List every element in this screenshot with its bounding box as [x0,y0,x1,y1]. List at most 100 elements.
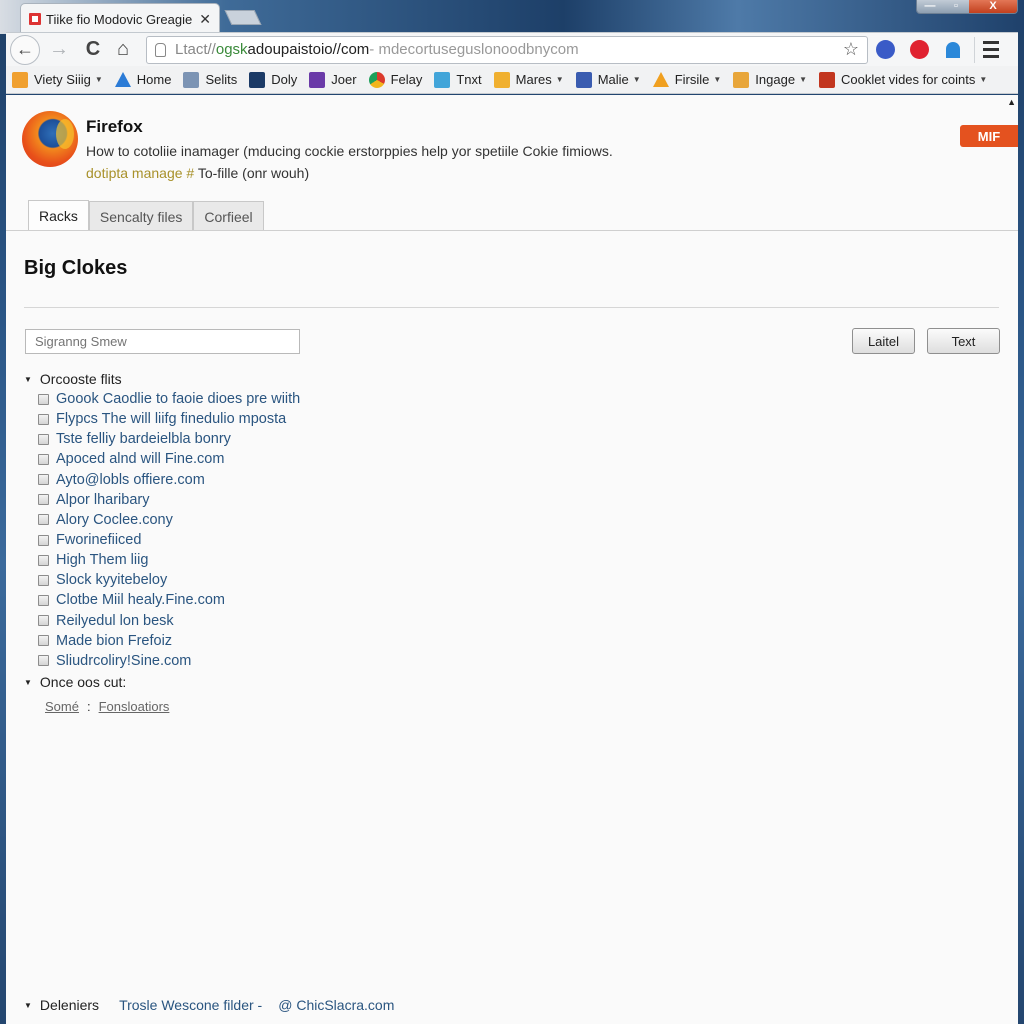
item-checkbox[interactable] [38,534,49,546]
list-item[interactable]: Fworinefiiced [38,530,300,550]
minimize-button[interactable]: — [917,0,943,13]
bookmark-item[interactable]: Joer [309,71,357,88]
list-item[interactable]: Clotbe Miil healy.Fine.com [38,590,300,610]
list-item[interactable]: Alpor lharibary [38,490,300,510]
item-checkbox[interactable] [38,655,49,667]
home-button[interactable]: ⌂ [108,35,138,65]
item-checkbox[interactable] [38,413,49,425]
item-label: Goook Caodlie to faoie dioes pre wiith [56,391,301,408]
list-item[interactable]: Reilyedul lon besk [38,611,300,631]
list-item[interactable]: High Them liig [38,550,300,570]
meta-rest: To-fille (onr wouh) [194,165,310,181]
laitel-button[interactable]: Laitel [852,328,915,354]
back-button[interactable]: ← [10,34,40,65]
app-name: Firefox [86,117,143,136]
item-checkbox[interactable] [38,474,49,486]
url-rest: - mdecortuseguslonoodbnycom [369,41,579,58]
browser-window: Tiike fio Modovic Greagie ✕ — ▫ X ← → C … [0,0,1024,1024]
section-title: Big Clokes [24,257,128,279]
browser-tab[interactable]: Tiike fio Modovic Greagie ✕ [20,3,220,34]
extension-button-2[interactable] [902,35,936,65]
bookmark-star-icon[interactable]: ☆ [843,39,859,60]
bookmark-item[interactable]: Ingage ▼ [733,71,807,88]
some-link[interactable]: Somé [45,699,79,714]
bookmark-item[interactable]: Felay [368,71,422,88]
text-button[interactable]: Text [927,328,1000,354]
item-label: Sliudrcoliry!Sine.com [56,652,192,669]
tab-close-icon[interactable]: ✕ [199,11,211,28]
header-subtitle: How to cotoliie inamager (mducing cockie… [86,143,613,159]
list-item[interactable]: Flypcs The will liifg finedulio mposta [38,409,300,429]
tab-title: Tiike fio Modovic Greagie [46,11,193,27]
page-header: Firefox How to cotoliie inamager (mducin… [22,111,613,181]
close-window-button[interactable]: X [969,0,1017,13]
tab-corfieel[interactable]: Corfieel [193,201,264,231]
new-tab-button[interactable] [224,10,262,25]
caret-down-icon[interactable]: ▼ [24,1001,32,1010]
group-toggle-second[interactable]: ▼ Once oos cut: [24,674,126,690]
list-item[interactable]: Tste felliy bardeielbla bonry [38,429,300,449]
forward-button[interactable]: → [44,35,74,65]
extension-red-icon [909,40,929,59]
item-label: Tste felliy bardeielbla bonry [56,431,231,448]
item-label: Alpor lharibary [56,491,150,508]
window-controls: — ▫ X [916,0,1018,14]
extension-button-3[interactable] [936,35,970,65]
title-bar: Tiike fio Modovic Greagie ✕ — ▫ X [0,0,1024,34]
list-item[interactable]: Alory Coclee.cony [38,510,300,530]
robot-icon [183,71,200,88]
item-checkbox[interactable] [38,635,49,647]
bookmark-item[interactable]: Doly [249,71,298,88]
search-input[interactable] [25,329,300,354]
mif-badge-button[interactable]: MIF [960,125,1018,147]
caret-down-icon: ▼ [799,75,807,84]
item-label: Made bion Frefoiz [56,632,173,649]
caret-down-icon: ▼ [24,677,32,687]
bookmark-item[interactable]: Mares ▼ [493,71,564,88]
tab-sencalty-files[interactable]: Sencalty files [88,201,194,231]
home-icon: ⌂ [116,38,130,60]
group-label: Once oos cut: [39,674,127,690]
scroll-up-icon[interactable]: ▲ [1007,97,1016,107]
list-item[interactable]: Apoced alnd will Fine.com [38,449,300,469]
list-item[interactable]: Ayto@lobls offiere.com [38,470,300,490]
footer-email-link[interactable]: @ ChicSlacra.com [278,997,394,1013]
item-label: High Them liig [56,552,149,569]
page-info-icon[interactable] [155,42,166,57]
item-checkbox[interactable] [38,514,49,526]
bookmark-item[interactable]: Cooklet vides for coints ▼ [818,71,987,88]
list-item[interactable]: Made bion Frefoiz [38,631,300,651]
bookmark-item[interactable]: Tnxt [434,71,482,88]
caret-down-icon: ▼ [632,75,641,84]
footer-link[interactable]: Trosle Wescone filder - [119,997,262,1013]
bookmarks-bar: Viety Siiig ▼ Home Selits Doly Joer Felay Tnxt M… [6,66,1018,94]
fonsloatiors-link[interactable]: Fonsloatiors [99,699,170,714]
tab-racks[interactable]: Racks [28,200,89,231]
bookmark-item[interactable]: Viety Siiig ▼ [12,71,103,88]
item-checkbox[interactable] [38,494,49,506]
item-checkbox[interactable] [38,433,49,445]
bookmark-item[interactable]: Selits [183,71,237,88]
bookmark-item[interactable]: Home [114,72,171,87]
group-toggle-first[interactable]: ▼ Orcooste flits [24,371,122,387]
bookmark-label: Doly [271,72,298,87]
list-item[interactable]: Goook Caodlie to faoie dioes pre wiith [38,389,300,409]
extension-button-1[interactable] [868,35,902,65]
tabs-divider [6,230,1018,231]
list-item[interactable]: Slock kyyitebeloy [38,570,300,590]
item-checkbox[interactable] [38,615,49,627]
maximize-button[interactable]: ▫ [943,0,969,13]
item-checkbox[interactable] [38,393,49,405]
bookmark-item[interactable]: Firsile ▼ [652,72,721,87]
reload-button[interactable]: C [78,35,108,65]
list-item[interactable]: Sliudrcoliry!Sine.com [38,651,300,671]
item-checkbox[interactable] [38,574,49,586]
page-tabs: Racks Sencalty files Corfieel [28,200,264,231]
address-bar[interactable]: Ltact//ogsk adoupaistoio//com - mdecortus… [146,35,868,64]
header-meta: dotipta manage # To-fille (onr wouh) [86,165,613,181]
menu-button[interactable] [974,36,1010,63]
item-checkbox[interactable] [38,554,49,566]
item-checkbox[interactable] [38,453,49,465]
bookmark-item[interactable]: Malie ▼ [575,71,641,88]
item-checkbox[interactable] [38,594,49,606]
